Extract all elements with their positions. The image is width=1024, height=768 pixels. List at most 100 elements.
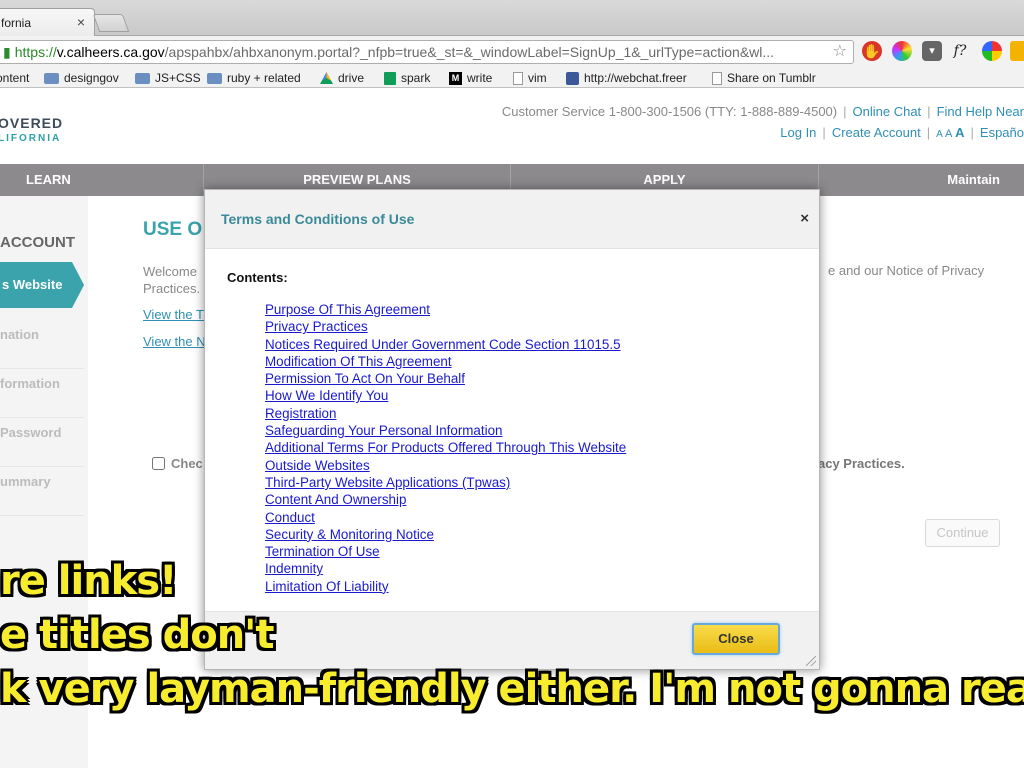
toc-item: Permission To Act On Your Behalf bbox=[265, 370, 626, 387]
customer-service-text: Customer Service 1-800-300-1506 (TTY: 1-… bbox=[501, 104, 838, 119]
bookmark-label: drive bbox=[338, 71, 365, 85]
bookmark-item[interactable]: vim bbox=[513, 71, 547, 85]
view-terms-link[interactable]: View the T bbox=[143, 307, 204, 322]
toc-link[interactable]: Purpose Of This Agreement bbox=[265, 302, 430, 317]
page-title: USE O bbox=[143, 219, 203, 240]
address-bar[interactable]: ▮ https://v.calheers.ca.gov/apspahbx/ahbx… bbox=[0, 40, 854, 64]
color-wheel-icon[interactable] bbox=[892, 41, 912, 61]
bookmark-item[interactable]: spark bbox=[384, 71, 430, 85]
toc-link[interactable]: Content And Ownership bbox=[265, 492, 406, 507]
pocket-icon[interactable]: ▾ bbox=[922, 41, 942, 61]
modal-header: Terms and Conditions of Use × bbox=[205, 190, 819, 249]
bookmark-label: vim bbox=[528, 71, 547, 85]
bookmarks-bar: ontent designgov JS+CSS ruby + related d… bbox=[0, 68, 1024, 88]
modal-footer: Close bbox=[205, 611, 819, 669]
text-size-small[interactable]: A bbox=[936, 129, 942, 140]
lock-icon: ▮ bbox=[3, 44, 11, 60]
toc-item: Notices Required Under Government Code S… bbox=[265, 336, 626, 353]
toc-link[interactable]: Conduct bbox=[265, 510, 315, 525]
bookmark-folder[interactable]: JS+CSS bbox=[135, 71, 201, 85]
privacy-practices-text: acy Practices. bbox=[818, 456, 905, 471]
create-account-link[interactable]: Create Account bbox=[832, 125, 921, 140]
font-icon[interactable]: f? bbox=[950, 41, 970, 61]
bookmark-folder[interactable]: ruby + related bbox=[207, 71, 301, 85]
bookmark-label: spark bbox=[401, 71, 431, 85]
table-of-contents: Purpose Of This Agreement Privacy Practic… bbox=[265, 301, 626, 595]
resize-grip-icon[interactable] bbox=[806, 656, 816, 666]
toc-link[interactable]: Third-Party Website Applications (Tpwas) bbox=[265, 475, 510, 490]
bookmark-label: ruby + related bbox=[227, 71, 301, 85]
sidebar-item[interactable]: ummary bbox=[0, 467, 84, 516]
bookmark-label: Share on Tumblr bbox=[727, 71, 816, 85]
toc-link[interactable]: Limitation Of Liability bbox=[265, 579, 389, 594]
tab-close-icon[interactable]: × bbox=[77, 14, 85, 30]
agree-checkbox-row[interactable]: Chec bbox=[152, 456, 203, 471]
toc-link[interactable]: Termination Of Use bbox=[265, 544, 380, 559]
online-chat-link[interactable]: Online Chat bbox=[853, 104, 922, 119]
view-notice-link[interactable]: View the N bbox=[143, 334, 206, 349]
toc-item: Outside Websites bbox=[265, 457, 626, 474]
url-scheme: https:// bbox=[14, 44, 57, 60]
chrome-color-icon[interactable] bbox=[982, 41, 1002, 61]
caption-line-2: e titles don't bbox=[0, 612, 275, 658]
hand-icon[interactable]: ✋ bbox=[862, 41, 882, 61]
continue-button[interactable]: Continue bbox=[925, 519, 1000, 547]
browser-tab-bar: fornia × bbox=[0, 0, 1024, 36]
text-size-medium[interactable]: A bbox=[945, 128, 952, 140]
terms-modal: Terms and Conditions of Use × Contents: … bbox=[204, 189, 820, 670]
browser-tab[interactable]: fornia × bbox=[0, 8, 95, 36]
sidebar-item[interactable]: nation bbox=[0, 320, 84, 369]
bookmark-star-icon[interactable]: ☆ bbox=[833, 41, 847, 63]
bookmark-label: ontent bbox=[0, 71, 30, 85]
toc-link[interactable]: Safeguarding Your Personal Information bbox=[265, 423, 502, 438]
nav-learn[interactable]: LEARN bbox=[0, 164, 204, 196]
toc-link[interactable]: Registration bbox=[265, 406, 336, 421]
sidebar-heading: ACCOUNT bbox=[0, 234, 75, 251]
espanol-link[interactable]: Españo bbox=[980, 125, 1024, 140]
toc-link[interactable]: Privacy Practices bbox=[265, 319, 368, 334]
web-icon bbox=[566, 71, 579, 85]
toc-link[interactable]: Security & Monitoring Notice bbox=[265, 527, 434, 542]
bookmark-item[interactable]: drive bbox=[320, 71, 364, 85]
text-size-controls[interactable]: A A A bbox=[936, 125, 964, 140]
sidebar-item[interactable]: Password bbox=[0, 418, 84, 467]
new-tab-button[interactable] bbox=[92, 14, 130, 32]
sidebar-item[interactable]: formation bbox=[0, 369, 84, 418]
toc-link[interactable]: Permission To Act On Your Behalf bbox=[265, 371, 465, 386]
agree-checkbox[interactable] bbox=[152, 457, 165, 470]
close-icon[interactable]: × bbox=[800, 210, 809, 227]
logo-line1: OVERED bbox=[0, 115, 64, 131]
log-in-link[interactable]: Log In bbox=[780, 125, 816, 140]
toc-link[interactable]: How We Identify You bbox=[265, 388, 388, 403]
url-host: v.calheers.ca.gov bbox=[56, 44, 165, 60]
sidebar-item-active[interactable]: s Website bbox=[0, 262, 84, 308]
bookmark-item[interactable]: ontent bbox=[0, 71, 29, 85]
bookmark-item[interactable]: http://webchat.freer bbox=[566, 71, 687, 85]
folder-icon bbox=[207, 72, 222, 84]
toc-item: Modification Of This Agreement bbox=[265, 353, 626, 370]
medium-icon: M bbox=[449, 71, 462, 85]
toc-item: Indemnity bbox=[265, 560, 626, 577]
find-help-link[interactable]: Find Help Near bbox=[937, 104, 1024, 119]
account-links-row: Log In | Create Account | A A A | Españo bbox=[780, 125, 1024, 140]
close-button[interactable]: Close bbox=[692, 623, 780, 655]
toc-item: How We Identify You bbox=[265, 387, 626, 404]
bookmark-folder[interactable]: designgov bbox=[44, 71, 119, 85]
toc-item: Termination Of Use bbox=[265, 543, 626, 560]
extension-icon[interactable] bbox=[1010, 41, 1024, 61]
toc-item: Content And Ownership bbox=[265, 491, 626, 508]
contents-label: Contents: bbox=[227, 270, 288, 285]
toc-link[interactable]: Indemnity bbox=[265, 561, 323, 576]
toc-link[interactable]: Additional Terms For Products Offered Th… bbox=[265, 440, 626, 455]
site-logo[interactable]: OVERED LIFORNIA bbox=[0, 115, 63, 144]
bookmark-item[interactable]: Share on Tumblr bbox=[712, 71, 816, 85]
bookmark-item[interactable]: Mwrite bbox=[449, 71, 492, 85]
toc-link[interactable]: Outside Websites bbox=[265, 458, 370, 473]
tab-title: fornia bbox=[1, 16, 32, 30]
toc-item: Privacy Practices bbox=[265, 318, 626, 335]
folder-icon bbox=[135, 72, 150, 84]
toc-link[interactable]: Notices Required Under Government Code S… bbox=[265, 337, 621, 352]
text-size-large[interactable]: A bbox=[955, 125, 964, 140]
toc-link[interactable]: Modification Of This Agreement bbox=[265, 354, 452, 369]
nav-maintain[interactable]: Maintain bbox=[819, 164, 1024, 196]
